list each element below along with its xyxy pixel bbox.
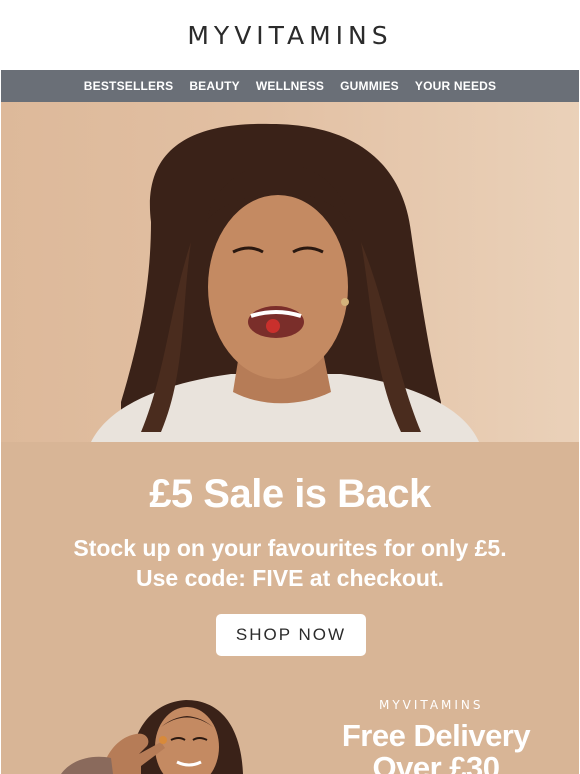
hero-photo-illustration [91, 123, 479, 442]
nav-item-bestsellers[interactable]: BESTSELLERS [84, 79, 174, 93]
email-header: MYVITAMINS [0, 0, 580, 70]
free-delivery-banner[interactable]: MYVITAMINS Free Delivery Over £30 [1, 682, 579, 774]
nav-item-wellness[interactable]: WELLNESS [256, 79, 324, 93]
promo-subtitle-line1: Stock up on your favourites for only £5. [73, 535, 507, 561]
hero-image[interactable] [1, 102, 579, 442]
nav-item-your-needs[interactable]: YOUR NEEDS [415, 79, 496, 93]
shop-now-button[interactable]: SHOP NOW [216, 614, 366, 656]
brand-logo[interactable]: MYVITAMINS [187, 21, 392, 50]
promo-title: £5 Sale is Back [149, 472, 431, 516]
promo-subtitle-line2: Use code: FIVE at checkout. [135, 565, 445, 591]
delivery-brand-logo: MYVITAMINS [379, 698, 484, 712]
promo-section: £5 Sale is Back Stock up on your favouri… [1, 442, 579, 774]
delivery-headline-line1: Free Delivery [341, 718, 531, 753]
delivery-headline-line2: Over £30 [372, 750, 501, 774]
nav-item-gummies[interactable]: GUMMIES [340, 79, 399, 93]
nav-bar: BESTSELLERS BEAUTY WELLNESS GUMMIES YOUR… [1, 70, 579, 102]
nav-item-beauty[interactable]: BEAUTY [189, 79, 240, 93]
